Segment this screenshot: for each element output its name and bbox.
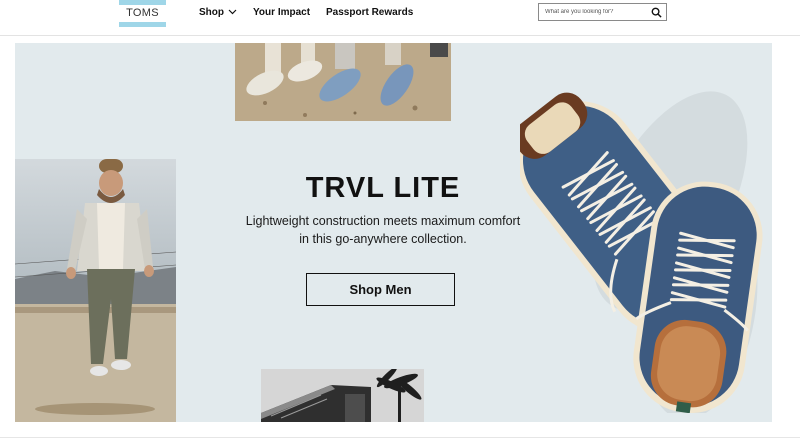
chevron-down-icon (228, 9, 237, 15)
site-header: TOMS Shop Your Impact Passport Rewards (0, 0, 800, 36)
toms-logo[interactable]: TOMS (119, 0, 166, 27)
search-box (538, 3, 667, 21)
hero-subtitle-line-1: Lightweight construction meets maximum c… (245, 214, 521, 228)
hero-copy: TRVL LITE Lightweight construction meets… (235, 171, 531, 248)
logo-band-bottom (119, 22, 166, 27)
section-divider (0, 437, 800, 438)
nav-shop[interactable]: Shop (199, 6, 237, 18)
hero-banner: TRVL LITE Lightweight construction meets… (15, 43, 772, 422)
hero-subtitle-line-2: in this go-anywhere collection. (299, 232, 467, 246)
search-input[interactable] (539, 4, 647, 20)
building-palm-image (261, 369, 424, 422)
trvl-lite-shoes-image (514, 61, 772, 420)
hero-subtitle: Lightweight construction meets maximum c… (235, 212, 531, 248)
search-icon[interactable] (651, 7, 662, 18)
shop-men-button[interactable]: Shop Men (306, 273, 455, 306)
nav-passport-rewards-label: Passport Rewards (326, 6, 414, 18)
nav-passport-rewards[interactable]: Passport Rewards (326, 6, 413, 18)
nav-shop-label: Shop (199, 6, 224, 18)
nav-your-impact[interactable]: Your Impact (253, 6, 310, 18)
nav-your-impact-label: Your Impact (253, 6, 311, 18)
hero-title: TRVL LITE (305, 172, 461, 204)
man-walking-image (15, 159, 176, 422)
sneakers-on-dirt-image (235, 43, 451, 121)
logo-text: TOMS (119, 5, 166, 22)
